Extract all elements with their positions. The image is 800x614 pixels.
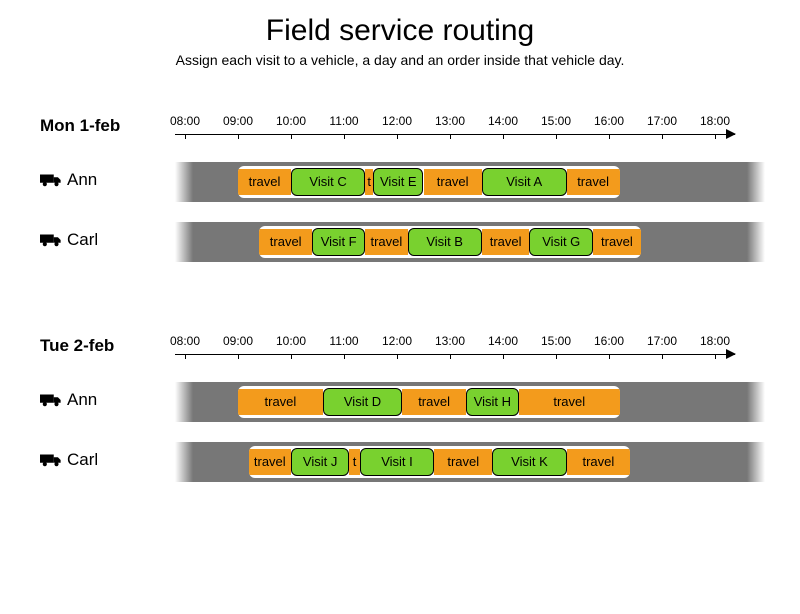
- travel-segment: travel: [567, 449, 631, 475]
- travel-segment: travel: [365, 229, 407, 255]
- vehicle-label: Ann: [40, 170, 97, 190]
- tick-label: 17:00: [647, 114, 677, 128]
- time-axis: 08:0009:0010:0011:0012:0013:0014:0015:00…: [175, 114, 735, 154]
- vehicle-label: Carl: [40, 450, 98, 470]
- visit-segment: Visit A: [482, 168, 567, 196]
- tick-label: 16:00: [594, 114, 624, 128]
- day-label: Tue 2-feb: [40, 336, 114, 356]
- travel-segment: travel: [424, 169, 482, 195]
- work-window: travelVisit DtravelVisit Htravel: [238, 386, 620, 418]
- tick-label: 17:00: [647, 334, 677, 348]
- travel-segment: travel: [249, 449, 291, 475]
- driver-name: Ann: [67, 170, 97, 190]
- tick-label: 11:00: [329, 334, 358, 348]
- truck-icon: [40, 453, 62, 467]
- travel-segment: travel: [593, 229, 641, 255]
- visit-segment: Visit C: [291, 168, 365, 196]
- tick-label: 11:00: [329, 114, 358, 128]
- tick-label: 09:00: [223, 114, 253, 128]
- travel-segment: t: [349, 449, 360, 475]
- tick-label: 08:00: [170, 114, 200, 128]
- tick-label: 13:00: [435, 334, 465, 348]
- tick-label: 09:00: [223, 334, 253, 348]
- tick-label: 13:00: [435, 114, 465, 128]
- tick-label: 16:00: [594, 334, 624, 348]
- timeline-lane: travelVisit JtVisit ItravelVisit Ktravel: [175, 442, 765, 482]
- vehicle-label: Ann: [40, 390, 97, 410]
- driver-name: Ann: [67, 390, 97, 410]
- truck-icon: [40, 173, 62, 187]
- travel-segment: travel: [519, 389, 620, 415]
- travel-segment: travel: [402, 389, 466, 415]
- visit-segment: Visit J: [291, 448, 349, 476]
- tick-label: 10:00: [276, 114, 306, 128]
- work-window: travelVisit CtVisit EtravelVisit Atravel: [238, 166, 620, 198]
- driver-name: Carl: [67, 230, 98, 250]
- timeline-lane: travelVisit DtravelVisit Htravel: [175, 382, 765, 422]
- vehicle-label: Carl: [40, 230, 98, 250]
- page-subtitle: Assign each visit to a vehicle, a day an…: [0, 52, 800, 68]
- travel-segment: travel: [434, 449, 492, 475]
- day-label: Mon 1-feb: [40, 116, 120, 136]
- tick-label: 15:00: [541, 334, 571, 348]
- travel-segment: travel: [482, 229, 530, 255]
- truck-icon: [40, 233, 62, 247]
- tick-label: 18:00: [700, 114, 730, 128]
- tick-label: 14:00: [488, 114, 518, 128]
- page-title: Field service routing: [0, 14, 800, 48]
- tick-label: 12:00: [382, 114, 412, 128]
- travel-segment: travel: [238, 389, 323, 415]
- tick-label: 14:00: [488, 334, 518, 348]
- visit-segment: Visit D: [323, 388, 403, 416]
- visit-segment: Visit K: [492, 448, 566, 476]
- driver-name: Carl: [67, 450, 98, 470]
- visit-segment: Visit G: [529, 228, 593, 256]
- visit-segment: Visit H: [466, 388, 519, 416]
- work-window: travelVisit FtravelVisit BtravelVisit Gt…: [259, 226, 641, 258]
- visit-segment: Visit E: [373, 168, 423, 196]
- travel-segment: travel: [567, 169, 620, 195]
- tick-label: 15:00: [541, 114, 571, 128]
- travel-segment: travel: [238, 169, 291, 195]
- visit-segment: Visit I: [360, 448, 434, 476]
- time-axis: 08:0009:0010:0011:0012:0013:0014:0015:00…: [175, 334, 735, 374]
- tick-label: 10:00: [276, 334, 306, 348]
- tick-label: 18:00: [700, 334, 730, 348]
- tick-label: 12:00: [382, 334, 412, 348]
- travel-segment: t: [365, 169, 373, 195]
- timeline-lane: travelVisit FtravelVisit BtravelVisit Gt…: [175, 222, 765, 262]
- travel-segment: travel: [259, 229, 312, 255]
- visit-segment: Visit F: [312, 228, 365, 256]
- visit-segment: Visit B: [408, 228, 482, 256]
- timeline-lane: travelVisit CtVisit EtravelVisit Atravel: [175, 162, 765, 202]
- work-window: travelVisit JtVisit ItravelVisit Ktravel: [249, 446, 631, 478]
- tick-label: 08:00: [170, 334, 200, 348]
- truck-icon: [40, 393, 62, 407]
